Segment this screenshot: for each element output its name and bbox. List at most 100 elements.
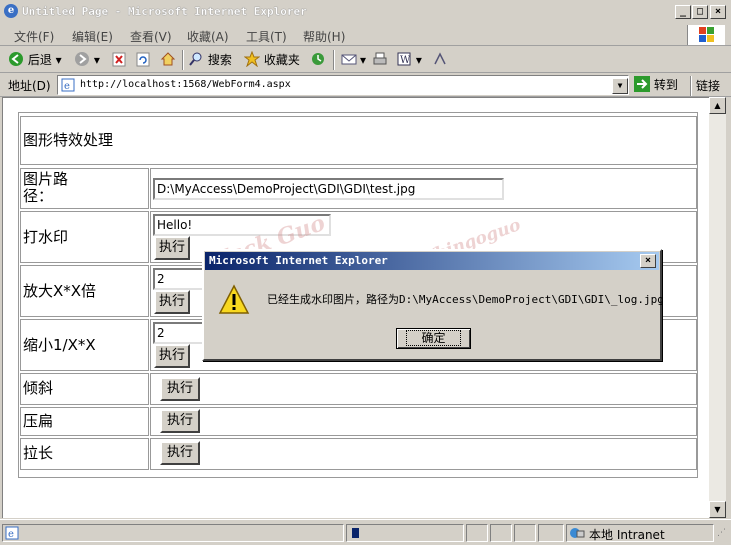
ie-logo-icon: e — [4, 4, 18, 18]
stop-button[interactable] — [112, 50, 126, 70]
history-icon — [312, 53, 324, 65]
stretch-execute-button[interactable]: 执行 — [160, 441, 200, 465]
print-button[interactable] — [372, 50, 388, 70]
edit-button[interactable]: W ▾ — [396, 50, 422, 70]
progress-pane — [346, 524, 464, 542]
warning-icon — [218, 284, 250, 314]
dialog-title-bar: Microsoft Internet Explorer × — [205, 252, 659, 270]
ok-label: 确定 — [406, 330, 461, 346]
resize-grip[interactable]: ⋰ — [717, 528, 729, 540]
messenger-button[interactable] — [432, 50, 448, 70]
search-icon — [189, 52, 202, 66]
links-button[interactable]: 链接 — [696, 77, 720, 94]
toolbar-separator — [690, 76, 692, 96]
minimize-button[interactable]: _ — [675, 5, 691, 19]
zoom-out-execute-button[interactable]: 执行 — [154, 344, 190, 368]
go-button[interactable]: 转到 — [634, 76, 678, 94]
image-path-input[interactable]: D:\MyAccess\DemoProject\GDI\GDI\test.jpg — [153, 178, 504, 200]
standard-toolbar: 后退 ▾ ▾ 搜索 收藏夹 ▾ W ▾ — [0, 47, 731, 73]
address-input[interactable]: e http://localhost:1568/WebForm4.aspx ▼ — [57, 75, 629, 95]
scroll-down-button[interactable]: ▼ — [709, 501, 726, 518]
row-label-cell: 打水印 — [20, 211, 149, 263]
zoom-in-execute-button[interactable]: 执行 — [154, 290, 190, 314]
stop-icon — [112, 52, 126, 67]
page-status-icon: e — [5, 526, 19, 540]
status-pane — [538, 524, 564, 542]
go-label: 转到 — [653, 78, 678, 92]
forward-arrow-icon — [75, 52, 89, 66]
dialog-title: Microsoft Internet Explorer — [209, 254, 388, 267]
menu-file[interactable]: 文件(F) — [14, 28, 54, 45]
skew-execute-button[interactable]: 执行 — [160, 377, 200, 401]
menu-bar: 文件(F) 编辑(E) 查看(V) 收藏(A) 工具(T) 帮助(H) — [0, 24, 731, 46]
search-button[interactable]: 搜索 — [188, 50, 232, 70]
menu-view[interactable]: 查看(V) — [130, 28, 172, 45]
refresh-button[interactable] — [136, 50, 150, 70]
history-button[interactable] — [310, 50, 326, 70]
close-button[interactable]: × — [710, 5, 726, 19]
row-input-cell: 执行 — [150, 407, 697, 436]
ok-button[interactable]: 确定 — [396, 328, 471, 349]
row-input-cell: 执行 — [150, 438, 697, 470]
status-pane — [490, 524, 512, 542]
toolbar-separator — [333, 50, 335, 70]
search-label: 搜索 — [207, 53, 232, 67]
messenger-icon — [434, 52, 446, 65]
image-path-label: 图片路径： — [23, 170, 69, 205]
menu-favorites[interactable]: 收藏(A) — [187, 28, 229, 45]
status-bar: e 本地 Intranet ⋰ — [0, 519, 731, 545]
maximize-button[interactable]: □ — [692, 5, 708, 19]
address-dropdown-button[interactable]: ▼ — [612, 78, 628, 94]
menu-help[interactable]: 帮助(H) — [303, 28, 345, 45]
zoom-out-label: 缩小1/X*X — [23, 336, 96, 354]
stretch-label: 拉长 — [23, 444, 54, 462]
svg-text:e: e — [8, 529, 14, 540]
mail-button[interactable]: ▾ — [340, 50, 366, 70]
back-arrow-icon — [9, 52, 23, 66]
flatten-execute-button[interactable]: 执行 — [160, 409, 200, 433]
home-icon — [160, 52, 176, 66]
row-label-cell: 缩小1/X*X — [20, 319, 149, 371]
dialog-close-button[interactable]: × — [640, 254, 656, 268]
svg-text:e: e — [64, 81, 70, 92]
refresh-icon — [136, 52, 150, 67]
page-icon: e — [61, 78, 75, 92]
menu-tools[interactable]: 工具(T) — [246, 28, 287, 45]
menu-edit[interactable]: 编辑(E) — [72, 28, 113, 45]
dialog-message: 已经生成水印图片，路径为D:\MyAccess\DemoProject\GDI\… — [267, 293, 664, 306]
alert-dialog: Microsoft Internet Explorer × 已经生成水印图片，路… — [202, 249, 664, 361]
scroll-up-button[interactable]: ▲ — [709, 97, 726, 114]
mail-icon — [341, 54, 357, 65]
favorites-label: 收藏夹 — [263, 53, 300, 67]
printer-icon — [373, 52, 387, 65]
go-arrow-icon — [634, 76, 650, 92]
window-title: Untitled Page - Microsoft Internet Explo… — [22, 5, 307, 18]
watermark-text-input[interactable]: Hello! — [153, 214, 331, 236]
watermark-execute-button[interactable]: 执行 — [154, 236, 190, 260]
progress-bar — [352, 528, 359, 538]
home-button[interactable] — [160, 50, 176, 70]
status-text-pane: e — [2, 524, 344, 542]
watermark-label: 打水印 — [23, 228, 69, 246]
row-label-cell: 放大X*X倍 — [20, 265, 149, 317]
toolbar-separator — [182, 50, 184, 70]
status-pane — [514, 524, 536, 542]
row-label-cell: 压扁 — [20, 407, 149, 436]
intranet-icon — [570, 528, 585, 538]
page-heading: 图形特效处理 — [23, 131, 114, 149]
window-title-bar: e Untitled Page - Microsoft Internet Exp… — [0, 0, 731, 24]
zone-pane: 本地 Intranet — [566, 524, 714, 542]
vertical-scrollbar[interactable]: ▲ ▼ — [709, 97, 726, 518]
star-icon — [243, 50, 261, 68]
favorites-button[interactable]: 收藏夹 — [243, 50, 300, 70]
back-button[interactable]: 后退 ▾ — [8, 50, 62, 70]
security-zone-label: 本地 Intranet — [589, 528, 665, 542]
forward-button[interactable]: ▾ — [74, 50, 100, 70]
skew-label: 倾斜 — [23, 379, 54, 397]
row-input-cell: D:\MyAccess\DemoProject\GDI\GDI\test.jpg — [150, 168, 697, 209]
windows-logo-icon — [687, 25, 725, 45]
flatten-label: 压扁 — [23, 412, 54, 430]
zoom-in-label: 放大X*X倍 — [23, 282, 97, 300]
table-heading-cell: 图形特效处理 — [20, 116, 697, 165]
row-label-cell: 倾斜 — [20, 373, 149, 405]
